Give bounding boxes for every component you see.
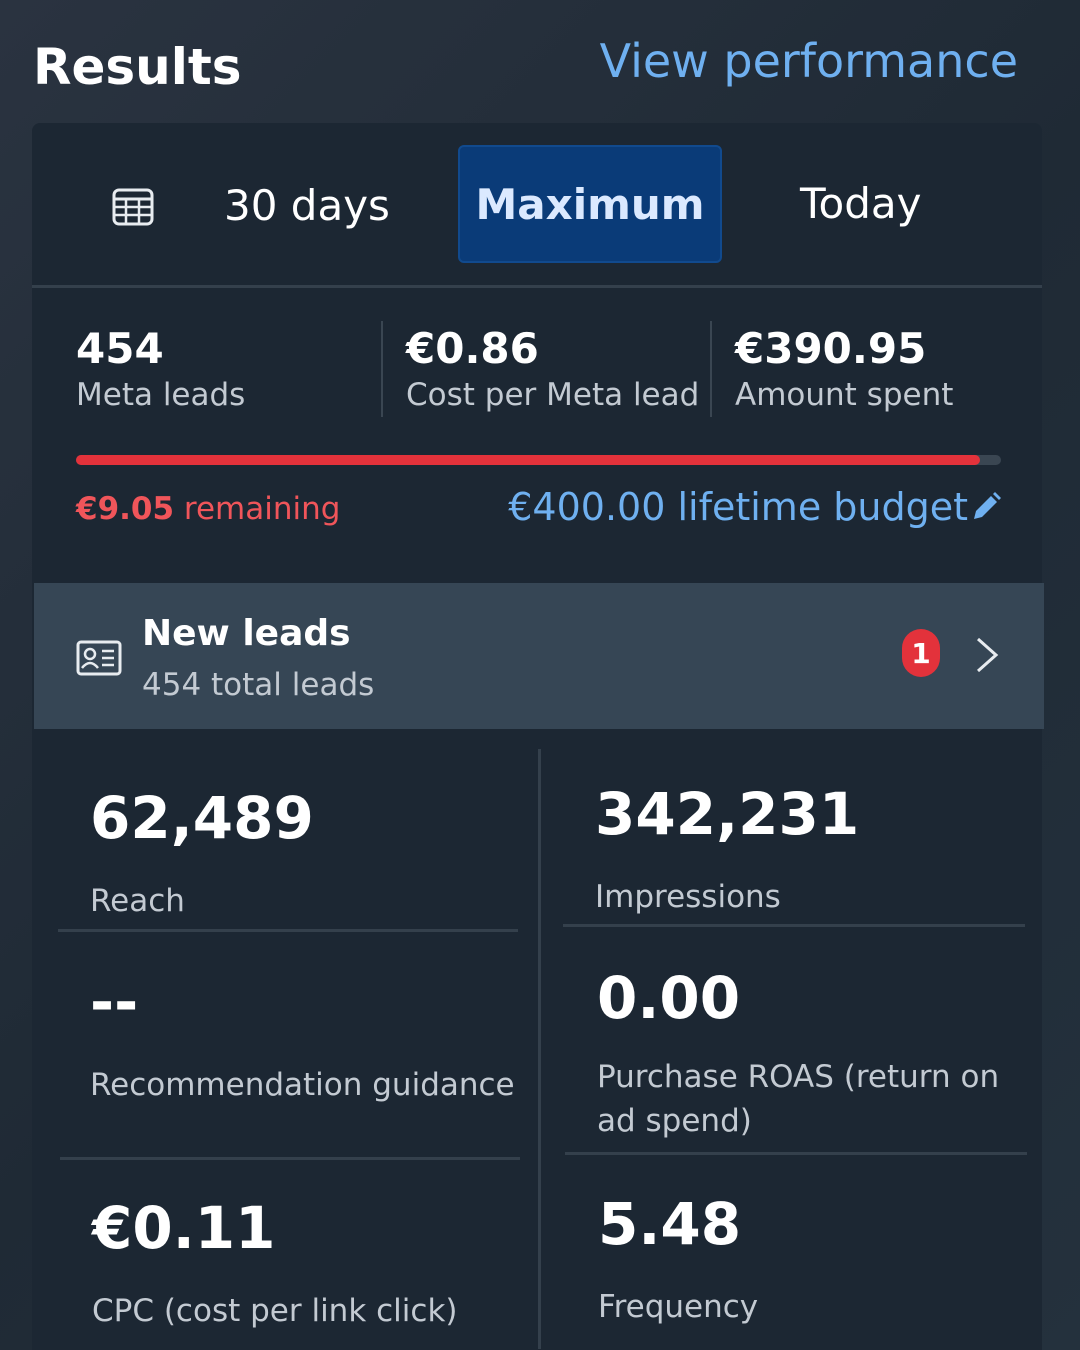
grid-divider	[565, 1152, 1027, 1155]
stat-label: Purchase ROAS (return on ad spend)	[597, 1059, 1000, 1139]
budget-progress-fill	[76, 455, 980, 465]
stat-value: --	[90, 968, 139, 1036]
page-title: Results	[33, 38, 242, 96]
metric-cost-per-lead: €0.86 Cost per Meta lead	[406, 323, 699, 413]
stat-reach: 62,489 Reach	[90, 783, 314, 923]
stat-label: Frequency	[598, 1289, 759, 1325]
metric-divider	[381, 321, 383, 417]
tab-maximum[interactable]: Maximum	[458, 145, 722, 263]
grid-divider	[563, 924, 1025, 927]
grid-divider	[60, 1157, 520, 1160]
chevron-right-icon	[977, 637, 999, 673]
metric-label: Meta leads	[76, 377, 246, 413]
stat-recommendation-guidance: -- Recommendation guidance	[90, 967, 515, 1107]
stat-label: Reach	[90, 883, 185, 919]
metric-value: €0.86	[406, 324, 539, 373]
new-leads-title: New leads	[142, 613, 351, 654]
budget-remaining: €9.05 remaining	[76, 491, 340, 527]
new-leads-row[interactable]: New leads 454 total leads 1	[34, 583, 1044, 729]
metric-label: Amount spent	[735, 377, 954, 413]
stat-label: Recommendation guidance	[90, 1067, 515, 1103]
grid-divider	[58, 929, 518, 932]
metric-amount-spent: €390.95 Amount spent	[735, 323, 953, 413]
tabs-divider	[32, 285, 1042, 288]
tab-30-days[interactable]: 30 days	[224, 181, 390, 230]
view-performance-link[interactable]: View performance	[600, 34, 1018, 88]
metric-meta-leads: 454 Meta leads	[76, 323, 245, 413]
contact-card-icon	[76, 640, 122, 676]
new-leads-subtitle: 454 total leads	[142, 667, 375, 703]
metric-divider	[710, 321, 712, 417]
lifetime-budget-link[interactable]: €400.00 lifetime budget	[508, 485, 1002, 529]
stat-frequency: 5.48 Frequency	[598, 1189, 758, 1329]
stat-label: CPC (cost per link click)	[92, 1293, 458, 1329]
metric-label: Cost per Meta lead	[406, 377, 700, 413]
stat-label: Impressions	[595, 879, 781, 915]
results-page: Results View performance 30 days Maximum…	[0, 0, 1080, 1350]
pencil-icon[interactable]	[970, 491, 1002, 523]
stat-purchase-roas: 0.00 Purchase ROAS (return on ad spend)	[597, 963, 1017, 1143]
stat-cpc: €0.11 CPC (cost per link click)	[92, 1193, 458, 1333]
notification-badge: 1	[902, 629, 940, 677]
tab-today[interactable]: Today	[800, 179, 921, 228]
stat-value: €0.11	[92, 1194, 276, 1262]
stat-value: 342,231	[595, 780, 860, 848]
remaining-amount: €9.05	[76, 491, 175, 527]
lifetime-budget-label: €400.00 lifetime budget	[508, 485, 968, 529]
remaining-text: remaining	[183, 491, 341, 527]
metric-value: €390.95	[735, 324, 927, 373]
metric-value: 454	[76, 324, 164, 373]
stat-value: 0.00	[597, 964, 741, 1032]
stat-value: 5.48	[598, 1190, 742, 1258]
budget-progress-bar	[76, 455, 1001, 465]
calendar-icon[interactable]	[112, 187, 154, 227]
date-range-tabs: 30 days Maximum Today	[32, 123, 1042, 285]
stat-value: 62,489	[90, 784, 314, 852]
stat-impressions: 342,231 Impressions	[595, 779, 859, 919]
grid-divider-vertical	[538, 749, 541, 1349]
results-card: 30 days Maximum Today 454 Meta leads €0.…	[32, 123, 1044, 1350]
